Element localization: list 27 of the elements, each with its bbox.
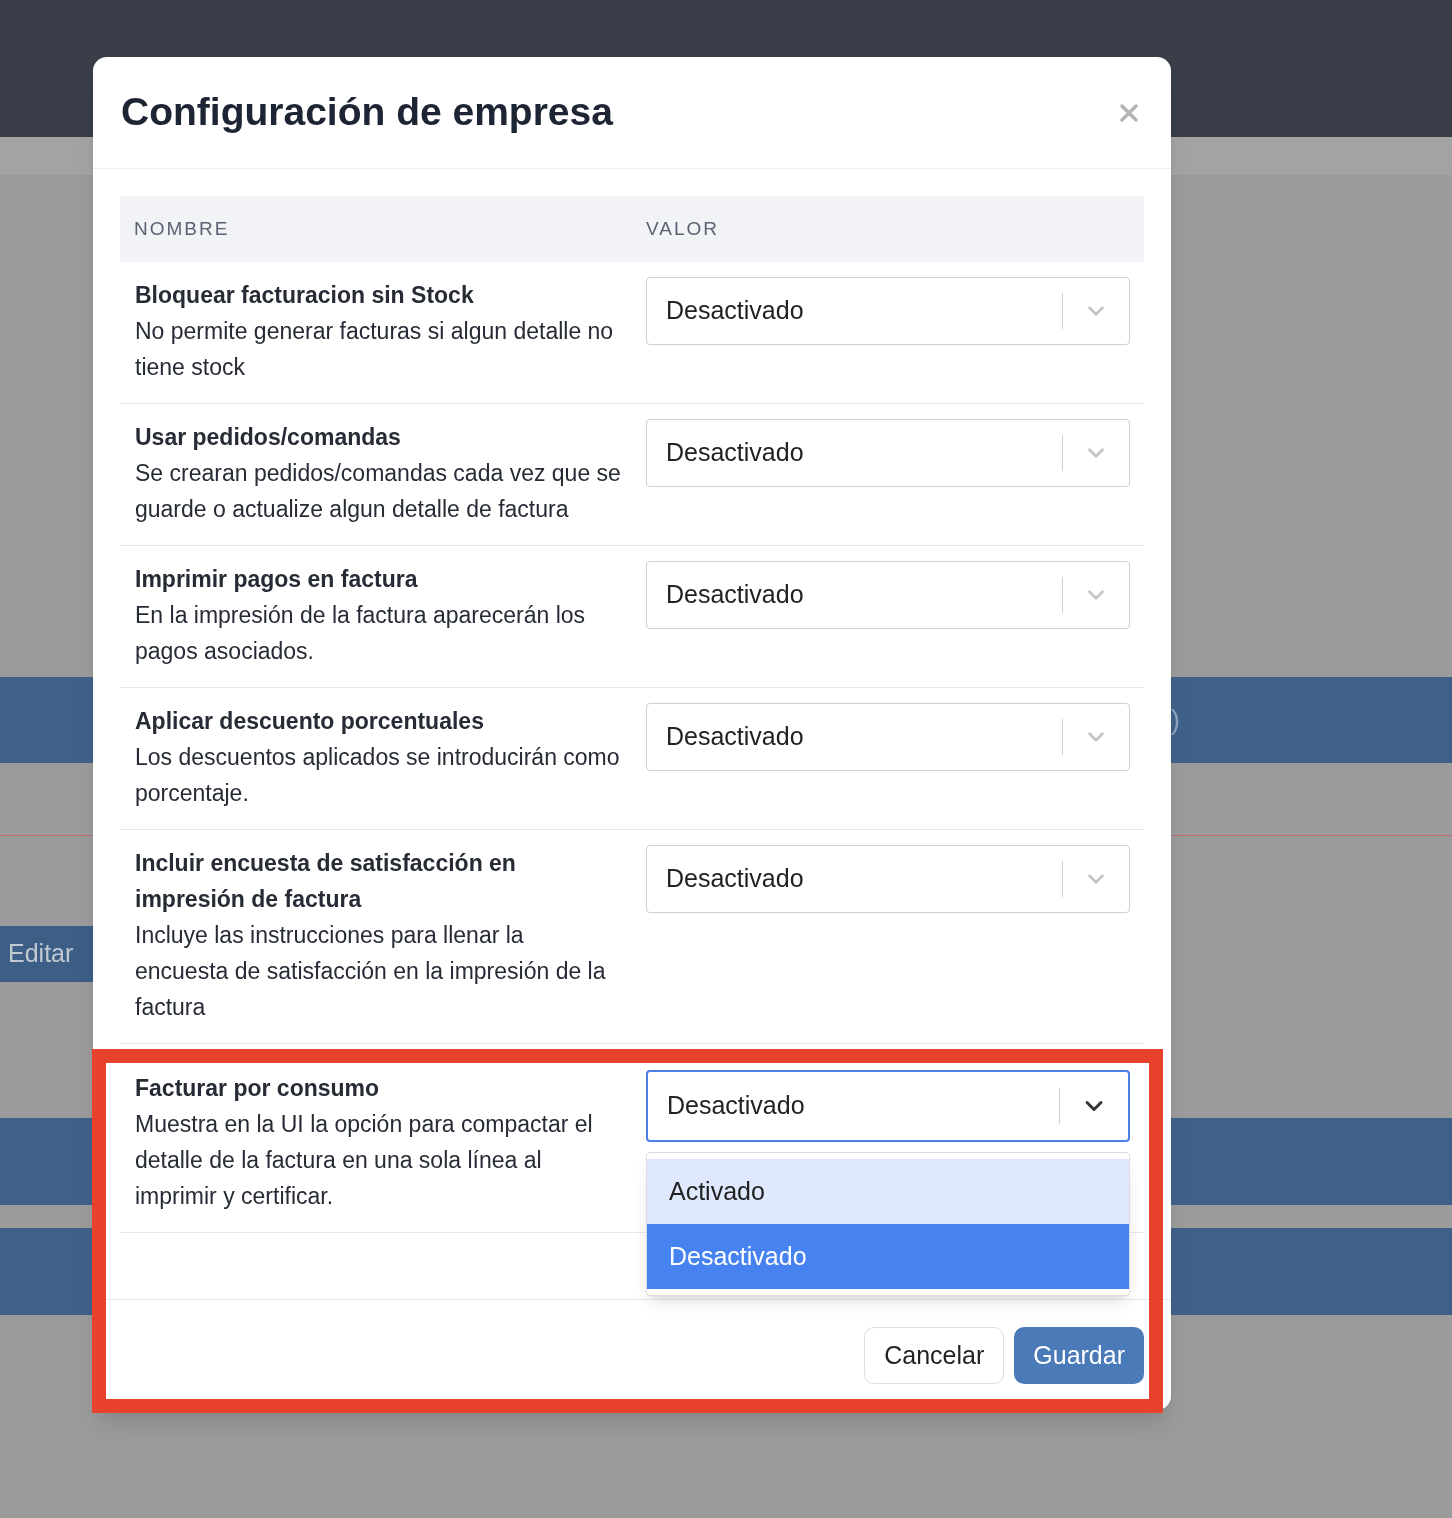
setting-description: Los descuentos aplicados se introducirán como porcentaje. [135, 743, 621, 808]
save-button[interactable]: Guardar [1014, 1327, 1144, 1384]
setting-name: Aplicar descuento porcentuales [135, 707, 485, 736]
select-field[interactable]: Desactivado [646, 419, 1130, 487]
setting-description: Se crearan pedidos/comandas cada vez que se guarde o actualize algun detalle de factura [135, 459, 622, 524]
dropdown-option[interactable]: Activado [647, 1159, 1129, 1224]
setting-name: Incluir encuesta de satisfacción en impresión de factura [135, 849, 517, 914]
setting-name: Imprimir pagos en factura [135, 565, 419, 594]
setting-name: Bloquear facturacion sin Stock [135, 281, 475, 310]
select-field[interactable]: Desactivado [646, 703, 1130, 771]
setting-description: En la impresión de la factura aparecerán los pagos asociados. [135, 601, 587, 666]
setting-description: Incluye las instrucciones para llenar la encuesta de satisfacción en la impresión de la factura [135, 921, 607, 1022]
dropdown-option[interactable]: Desactivado [647, 1224, 1129, 1289]
setting-description: No permite generar facturas si algun detalle no tiene stock [135, 317, 615, 382]
select-field[interactable]: Desactivado [646, 561, 1130, 629]
column-header: VALOR [646, 216, 719, 241]
select-field[interactable]: Desactivado [646, 1070, 1130, 1142]
modal-title: Configuración de empresa [121, 89, 613, 136]
setting-name: Facturar por consumo [135, 1074, 381, 1103]
setting-description: Muestra en la UI la opción para compactar el detalle de la factura en una sola línea al imprimir y certificar. [135, 1110, 594, 1211]
column-header: NOMBRE [133, 216, 231, 241]
edit-button[interactable]: Editar [0, 926, 93, 982]
select-field[interactable]: Desactivado [646, 277, 1130, 345]
select-field[interactable]: Desactivado [646, 845, 1130, 913]
cancel-button[interactable]: Cancelar [864, 1327, 1005, 1384]
setting-name: Usar pedidos/comandas [135, 423, 402, 452]
bracket-text: ) [1170, 703, 1180, 737]
